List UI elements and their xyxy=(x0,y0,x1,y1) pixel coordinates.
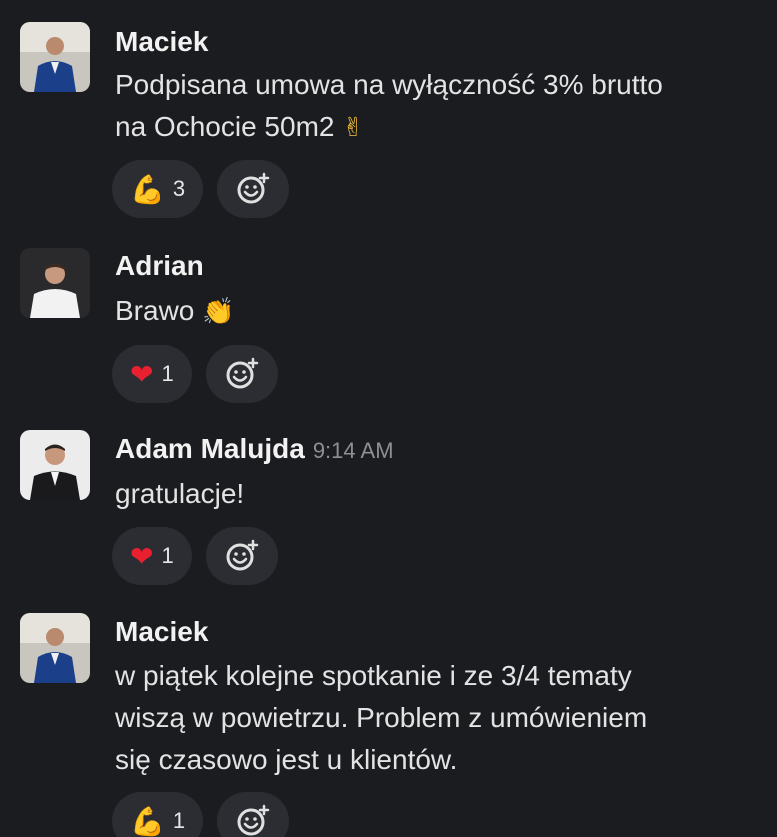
message[interactable]: Maciek Podpisana umowa na wyłączność 3% … xyxy=(0,0,777,230)
message[interactable]: Maciek w piątek kolejne spotkanie i ze 3… xyxy=(0,600,777,837)
reaction-count: 1 xyxy=(172,808,186,833)
author-name[interactable]: Maciek xyxy=(115,26,208,58)
flexed-biceps-icon: 💪 xyxy=(130,804,165,837)
avatar[interactable] xyxy=(20,613,90,683)
flexed-biceps-icon: 💪 xyxy=(130,172,165,206)
avatar[interactable] xyxy=(20,248,90,318)
reactions: 💪 1 xyxy=(112,792,290,837)
message-line: na Ochocie 50m2 ✌ xyxy=(115,111,365,143)
message-line: się czasowo jest u klientów. xyxy=(115,744,458,775)
reaction-pill[interactable]: 💪 3 xyxy=(112,160,204,218)
add-reaction-button[interactable] xyxy=(205,527,278,585)
add-reaction-button[interactable] xyxy=(217,160,290,218)
clapping-hands-icon: 👏 xyxy=(202,297,235,327)
add-reaction-icon xyxy=(237,172,270,204)
author-label[interactable]: Maciek xyxy=(115,26,208,57)
reactions: ❤ 1 xyxy=(112,527,278,585)
message-line: w piątek kolejne spotkanie i ze 3/4 tema… xyxy=(115,660,632,691)
add-reaction-button[interactable] xyxy=(205,345,278,403)
message-text: w piątek kolejne spotkanie i ze 3/4 tema… xyxy=(115,655,765,781)
reaction-pill[interactable]: ❤ 1 xyxy=(112,345,192,403)
author-label[interactable]: Adrian xyxy=(115,250,204,281)
reactions: ❤ 1 xyxy=(112,345,278,403)
author-name[interactable]: Adrian xyxy=(115,250,204,282)
reactions: 💪 3 xyxy=(112,160,290,218)
avatar-photo xyxy=(20,430,90,500)
add-reaction-icon xyxy=(226,539,258,571)
reaction-count: 1 xyxy=(161,361,174,386)
author-name[interactable]: Maciek xyxy=(115,616,208,648)
message-text: Brawo 👏 xyxy=(115,290,765,333)
message-line: Brawo 👏 xyxy=(115,295,235,327)
heart-icon: ❤ xyxy=(130,357,154,391)
victory-hand-icon: ✌ xyxy=(342,113,365,143)
avatar-photo xyxy=(20,613,90,683)
author-label[interactable]: Adam Malujda xyxy=(115,433,305,464)
avatar-photo xyxy=(20,248,90,318)
message[interactable]: Adrian Brawo 👏 ❤ 1 xyxy=(0,230,777,415)
reaction-count: 1 xyxy=(161,543,174,568)
author-label[interactable]: Maciek xyxy=(115,616,208,647)
message-text: gratulacje! xyxy=(115,473,765,515)
message-line: Podpisana umowa na wyłączność 3% brutto xyxy=(115,69,663,100)
heart-icon: ❤ xyxy=(130,539,154,573)
author-name[interactable]: Adam Malujda 9:14 AM xyxy=(115,433,394,465)
reaction-pill[interactable]: 💪 1 xyxy=(112,792,204,837)
avatar[interactable] xyxy=(20,22,90,92)
message[interactable]: Adam Malujda 9:14 AM gratulacje! ❤ 1 xyxy=(0,415,777,600)
reaction-pill[interactable]: ❤ 1 xyxy=(112,527,192,585)
message-timestamp[interactable]: 9:14 AM xyxy=(313,438,394,463)
message-text: Podpisana umowa na wyłączność 3% brutto … xyxy=(115,64,765,149)
add-reaction-icon xyxy=(226,357,258,389)
reaction-count: 3 xyxy=(172,176,186,201)
add-reaction-icon xyxy=(237,804,270,836)
add-reaction-button[interactable] xyxy=(217,792,290,837)
message-line: gratulacje! xyxy=(115,478,245,509)
message-line: wiszą w powietrzu. Problem z umówieniem xyxy=(115,702,648,733)
message-feed: Maciek Podpisana umowa na wyłączność 3% … xyxy=(0,0,777,837)
avatar[interactable] xyxy=(20,430,90,500)
avatar-photo xyxy=(20,22,90,92)
